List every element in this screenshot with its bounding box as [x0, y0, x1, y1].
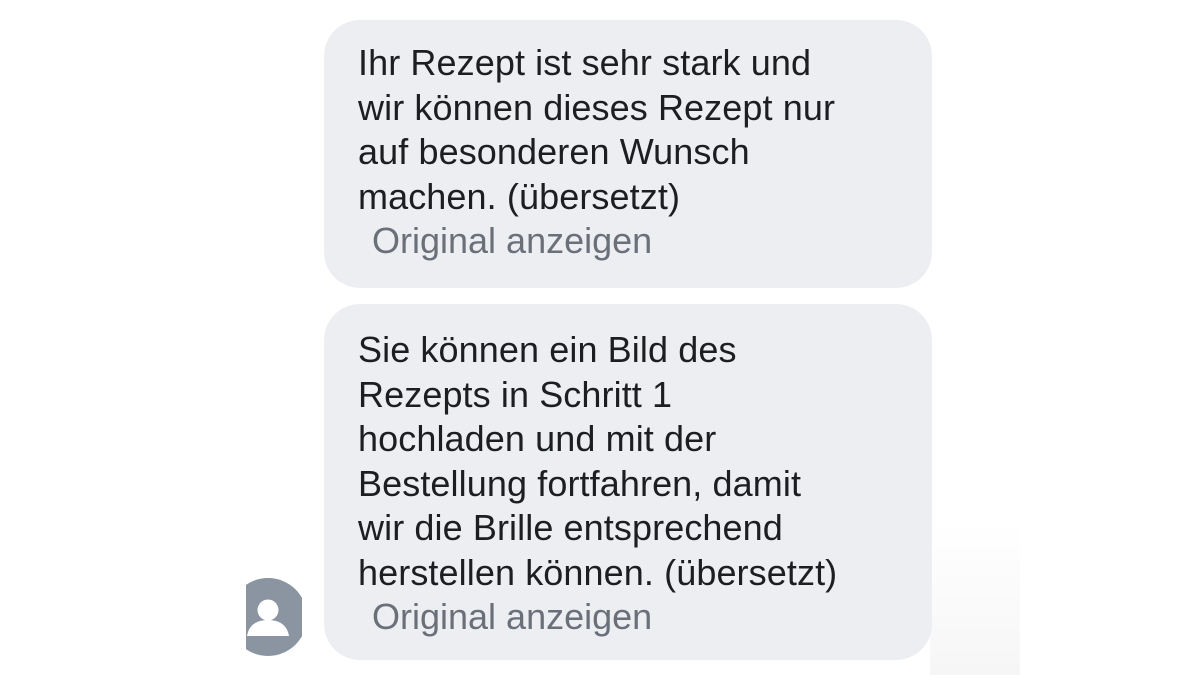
default-user-avatar-icon [246, 578, 302, 656]
edge-shadow [930, 520, 1020, 675]
message-text: Ihr Rezept ist sehr stark und wir können… [358, 42, 836, 217]
avatar[interactable] [228, 574, 302, 660]
message-bubble[interactable]: Ihr Rezept ist sehr stark und wir können… [324, 20, 932, 288]
avatar-clip [246, 574, 302, 660]
show-original-link[interactable]: Original anzeigen [372, 595, 652, 639]
message-text: Sie können ein Bild des Rezepts in Schri… [358, 329, 838, 593]
show-original-link[interactable]: Original anzeigen [372, 219, 652, 263]
message-bubble[interactable]: Sie können ein Bild des Rezepts in Schri… [324, 304, 932, 660]
